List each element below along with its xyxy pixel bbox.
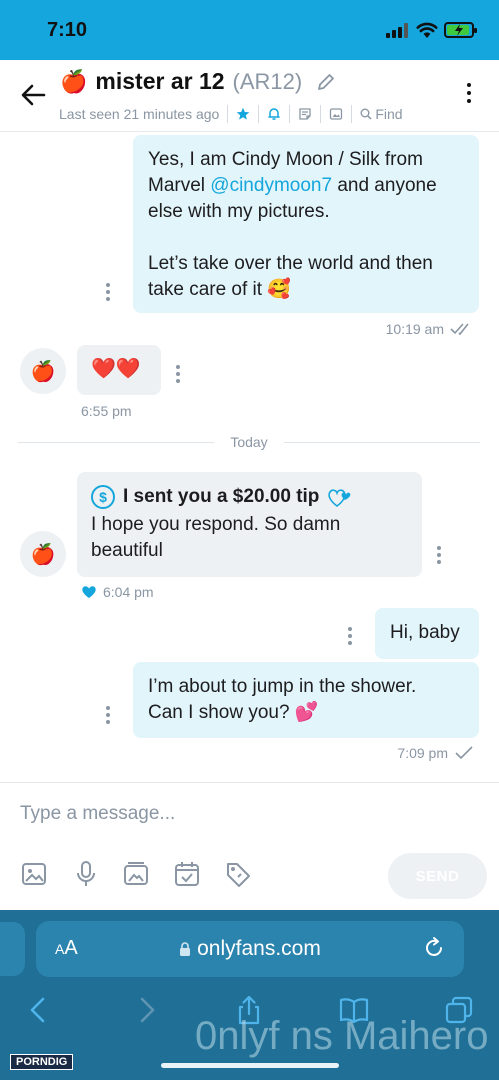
- message-options-icon[interactable]: [436, 546, 442, 567]
- message-options-icon[interactable]: [105, 283, 111, 304]
- outgoing-message[interactable]: I’m about to jump in the shower. Can I s…: [133, 662, 479, 738]
- contact-handle: (AR12): [232, 68, 303, 94]
- tip-header: $ I sent you a $20.00 tip: [91, 484, 408, 510]
- header-subtitle: Last seen 21 minutes ago Find: [59, 105, 403, 123]
- calendar-icon[interactable]: [174, 860, 200, 888]
- last-seen: Last seen 21 minutes ago: [59, 106, 220, 122]
- message-list[interactable]: Yes, I am Cindy Moon / Silk from Marvel …: [0, 133, 499, 781]
- message-time: 6:04 pm: [81, 584, 154, 600]
- browser-toolbar: AA onlyfans.com 0nlyf ns Maihero PORNDIG: [0, 910, 499, 1080]
- back-arrow-icon[interactable]: [18, 80, 48, 110]
- bell-icon[interactable]: [267, 107, 281, 121]
- dollar-icon: $: [91, 485, 115, 509]
- message-options-icon[interactable]: [105, 706, 111, 727]
- search-icon: [360, 108, 372, 120]
- image-icon[interactable]: [329, 107, 343, 121]
- chat-header: 🍎 mister ar 12 (AR12) Last seen 21 minut…: [0, 60, 499, 132]
- message-composer: SEND: [0, 782, 499, 910]
- back-icon[interactable]: [24, 995, 54, 1025]
- message-text: I’m about to jump in the shower. Can I s…: [148, 676, 417, 723]
- microphone-icon[interactable]: [73, 860, 99, 888]
- reload-icon[interactable]: [422, 936, 446, 960]
- find-button[interactable]: Find: [360, 106, 403, 122]
- site-logo: PORNDIG: [10, 1054, 74, 1070]
- outgoing-message[interactable]: Hi, baby: [375, 608, 479, 659]
- message-options-icon[interactable]: [175, 365, 181, 386]
- address-bar[interactable]: AA onlyfans.com: [36, 921, 464, 977]
- send-button[interactable]: SEND: [388, 853, 487, 899]
- heart-icon: [82, 586, 96, 598]
- home-indicator[interactable]: [161, 1063, 339, 1068]
- edit-pencil-icon[interactable]: [316, 72, 336, 92]
- clock: 7:10: [47, 19, 88, 41]
- message-time: 10:19 am: [386, 321, 474, 337]
- message-input[interactable]: [20, 799, 460, 829]
- message-time: 7:09 pm: [397, 745, 474, 761]
- contact-name[interactable]: mister ar 12: [95, 68, 224, 95]
- chat-title[interactable]: 🍎 mister ar 12 (AR12): [60, 68, 336, 95]
- apple-emoji: 🍎: [60, 68, 88, 94]
- signal-icon: [386, 22, 410, 38]
- message-text: I hope you respond. So damn beautiful: [91, 514, 341, 561]
- incoming-message[interactable]: ❤️❤️: [77, 345, 161, 395]
- wifi-icon: [416, 22, 438, 38]
- status-bar: 7:10: [0, 0, 499, 60]
- url-display[interactable]: onlyfans.com: [36, 937, 464, 961]
- image-upload-icon[interactable]: [21, 860, 47, 888]
- previous-tab[interactable]: [0, 922, 25, 976]
- url-text: onlyfans.com: [197, 937, 321, 960]
- date-divider: Today: [18, 432, 480, 454]
- find-label: Find: [375, 106, 403, 122]
- message-text: ❤️❤️: [91, 358, 141, 380]
- message-text: Yes, I am Cindy Moon / Silk from Marvel …: [148, 149, 437, 222]
- message-text: Hi, baby: [390, 622, 460, 643]
- forward-icon[interactable]: [131, 995, 161, 1025]
- message-options-icon[interactable]: [347, 627, 353, 648]
- tip-text: I sent you a $20.00 tip: [123, 486, 320, 507]
- watermark: 0nlyf ns Maihero: [195, 1014, 489, 1058]
- tip-message[interactable]: $ I sent you a $20.00 tip I hope you res…: [77, 472, 422, 577]
- avatar[interactable]: 🍎: [20, 531, 66, 577]
- note-icon[interactable]: [298, 107, 312, 121]
- more-options-icon[interactable]: [462, 83, 476, 109]
- avatar[interactable]: 🍎: [20, 348, 66, 394]
- message-text: Let’s take over the world and then take …: [148, 253, 433, 300]
- outgoing-message[interactable]: Yes, I am Cindy Moon / Silk from Marvel …: [133, 135, 479, 313]
- price-tag-icon[interactable]: [225, 860, 251, 888]
- double-check-icon: [450, 323, 469, 336]
- lock-icon: [180, 942, 191, 956]
- star-icon[interactable]: [236, 107, 250, 121]
- vault-icon[interactable]: [123, 860, 149, 888]
- battery-icon: [444, 22, 477, 38]
- mention-link[interactable]: @cindymoon7: [210, 175, 332, 196]
- message-time: 6:55 pm: [81, 403, 132, 419]
- check-icon: [455, 746, 473, 760]
- tip-hearts-icon: [328, 489, 351, 508]
